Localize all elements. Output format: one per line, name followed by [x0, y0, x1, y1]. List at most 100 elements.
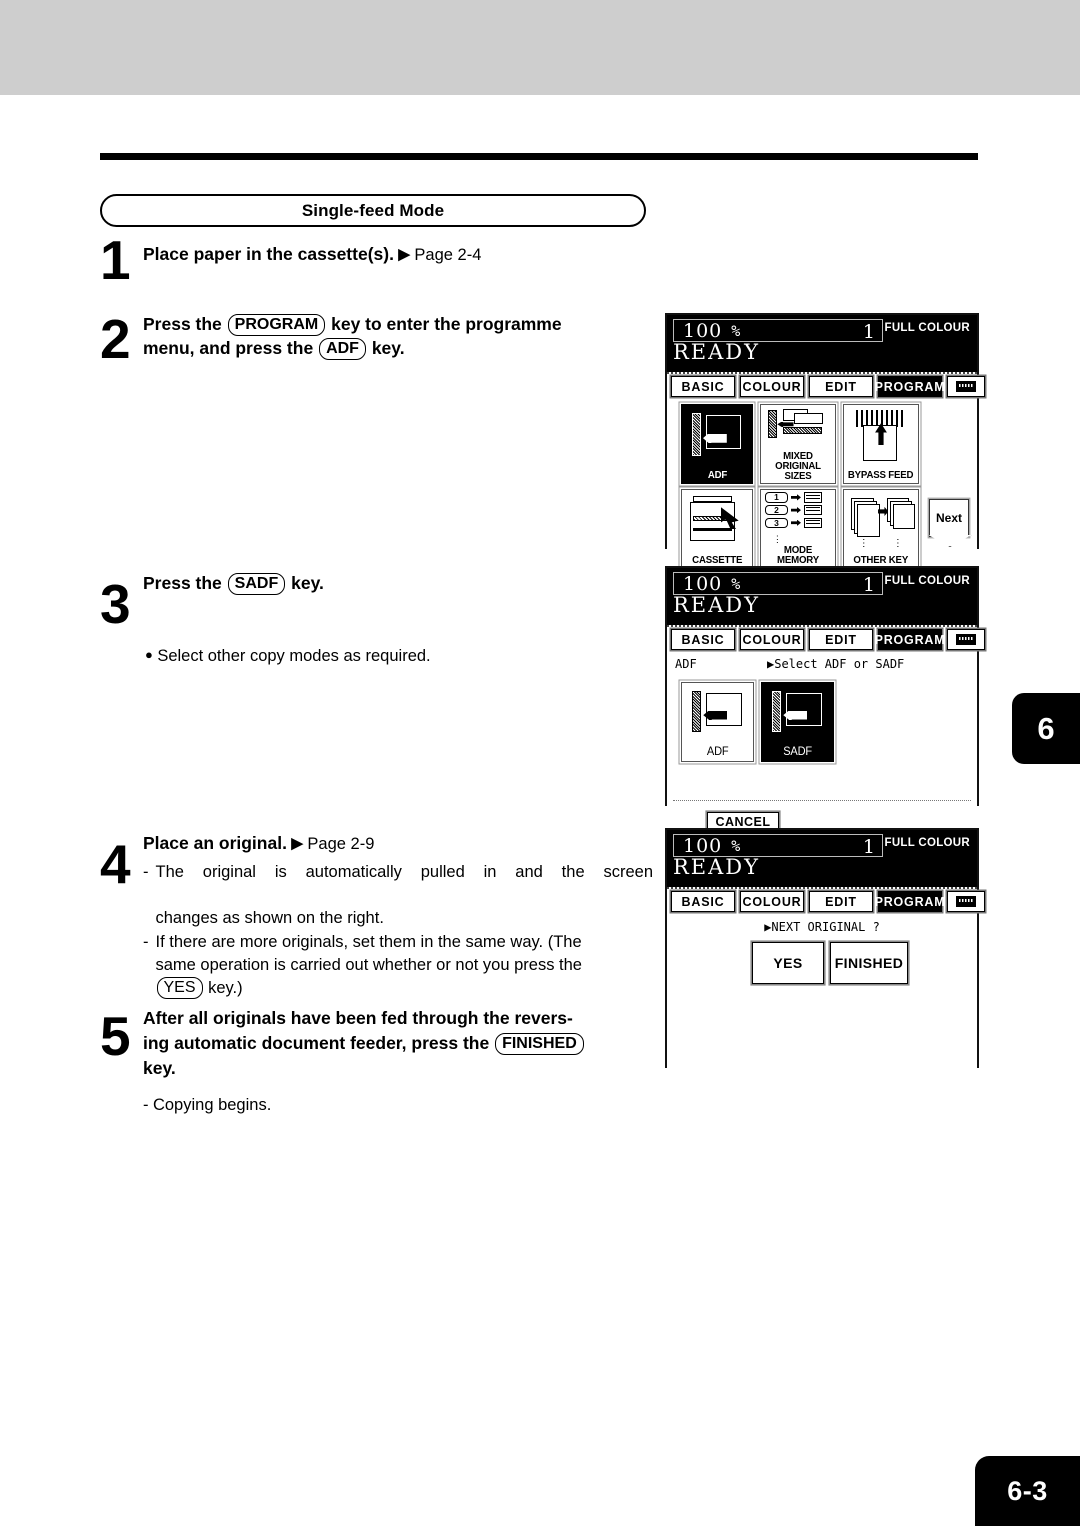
lcd1-button-mode-memory-label: MODE MEMORY [776, 544, 820, 566]
lcd1-button-mixed-label-2: ORIGINAL SIZES [775, 460, 821, 482]
lcd3-status-header: 100 % 1 FULL COLOUR READY [667, 830, 977, 887]
step-2-line2-b: key. [371, 338, 405, 358]
step-5-text: After all originals have been fed throug… [143, 1006, 661, 1081]
lcd3-button-yes-label: YES [773, 955, 803, 971]
step-4-note2-line2: same operation is carried out whether or… [155, 956, 582, 974]
keyboard-icon [956, 381, 976, 392]
mode-memory-icon: 1 2 3 ⋮ [761, 490, 835, 545]
bullet-icon: ● [145, 647, 153, 662]
step-2-line2-a: menu, and press the [143, 338, 314, 358]
lcd3-button-yes[interactable]: YES [752, 942, 824, 984]
lcd2-button-sadf-label: SADF [783, 744, 812, 758]
other-key-ellipsis-left: ⋮ [858, 538, 869, 550]
lcd1-copy-count: 1 [862, 321, 875, 343]
lcd3-button-finished-label: FINISHED [834, 955, 904, 971]
lcd1-next-button[interactable]: Next [929, 499, 969, 537]
lcd1-button-adf[interactable]: ADF [681, 404, 753, 484]
mode-memory-row-3: 3 [765, 517, 788, 528]
lcd2-ratio-box: 100 % 1 [673, 572, 883, 596]
lcd2-tab-basic[interactable]: BASIC [671, 629, 735, 650]
step-5-note: - Copying begins. [143, 1094, 543, 1117]
step-1-heading: Place paper in the cassette(s). [143, 244, 394, 264]
step-5-note-text: Copying begins. [152, 1096, 272, 1114]
lcd2-colour-mode: FULL COLOUR [884, 575, 970, 587]
lcd1-percent-sign: % [731, 321, 741, 340]
lcd2-status-header: 100 % 1 FULL COLOUR READY [667, 568, 977, 625]
lcd1-next-label: Next [935, 511, 962, 525]
step-3-line-b: key. [291, 573, 324, 593]
lcd1-ratio-box: 100 % 1 [673, 319, 883, 343]
step-4-note2-dash: - [143, 933, 149, 951]
lcd2-button-adf-label: ADF [706, 744, 729, 758]
lcd2-tab-edit[interactable]: EDIT [809, 629, 873, 650]
step-4-note1-dash: - [143, 863, 149, 881]
chapter-tab-label: 6 [1037, 710, 1055, 746]
step-number-2: 2 [100, 308, 131, 370]
chapter-tab: 6 [1012, 693, 1080, 764]
footer-page-number: 6-3 [1007, 1475, 1048, 1506]
lcd3-tab-edit[interactable]: EDIT [809, 891, 873, 912]
lcd1-button-cassette[interactable]: CASSETTE [681, 489, 753, 569]
lcd3-percent-sign: % [731, 836, 741, 855]
lcd2-tab-colour[interactable]: COLOUR [740, 629, 804, 650]
lcd1-status-text: READY [673, 340, 761, 364]
adf-icon [682, 683, 753, 746]
lcd2-tab-keyboard[interactable] [947, 629, 985, 650]
step-4-text: Place an original. ▶ Page 2-9 [143, 832, 658, 856]
lcd1-button-mixed-original-sizes[interactable]: MIXED ORIGINAL SIZES [760, 404, 836, 484]
lcd2-zoom-ratio: 100 [683, 572, 723, 595]
lcd3-colour-mode: FULL COLOUR [884, 837, 970, 849]
step-3-text: Press the SADF key. [143, 572, 643, 595]
lcd1-button-mode-memory[interactable]: 1 2 3 ⋮ MODE MEMORY [760, 489, 836, 569]
step-3-note-text: Select other copy modes as required. [157, 647, 431, 665]
footer-page-tab: 6-3 [975, 1456, 1080, 1526]
lcd3-tab-program[interactable]: PROGRAM [875, 891, 945, 912]
lcd-panel-program-menu: 100 % 1 FULL COLOUR READY BASIC COLOUR E… [665, 313, 985, 576]
adf-key-capsule: ADF [319, 338, 366, 360]
lcd1-tab-bar: BASIC COLOUR EDIT PROGRAM [667, 372, 985, 399]
lcd1-button-other-key[interactable]: ⋮ ⋮ OTHER KEY [843, 489, 919, 569]
lcd3-tab-keyboard[interactable] [947, 891, 985, 912]
lcd3-tab-colour[interactable]: COLOUR [740, 891, 804, 912]
page-top-band [0, 0, 1080, 95]
step-4-note2-line3: YES key.) [156, 977, 654, 1000]
step-5-line3: key. [143, 1058, 176, 1078]
lcd1-tab-program[interactable]: PROGRAM [875, 376, 945, 397]
keyboard-icon [956, 896, 976, 907]
mixed-sizes-icon [761, 405, 835, 451]
other-key-ellipsis-right: ⋮ [892, 538, 903, 550]
sadf-key-capsule: SADF [227, 573, 286, 595]
lcd1-tab-basic[interactable]: BASIC [671, 376, 735, 397]
mode-memory-row-1: 1 [765, 492, 788, 503]
section-title: Single-feed Mode [301, 200, 445, 220]
step-4-note2-line1: If there are more originals, set them in… [155, 933, 582, 951]
lcd-panel-next-original: 100 % 1 FULL COLOUR READY BASIC COLOUR E… [665, 828, 985, 1095]
lcd1-button-bypass-label: BYPASS FEED [848, 469, 914, 481]
lcd1-tab-colour[interactable]: COLOUR [740, 376, 804, 397]
lcd2-button-adf[interactable]: ADF [681, 682, 754, 762]
step-number-4: 4 [100, 833, 131, 895]
lcd2-prompt: ▶Select ADF or SADF [767, 657, 905, 671]
lcd1-body: ADF MIXED ORIGINAL SIZES BYPASS FEED CAS… [667, 399, 977, 576]
lcd1-tab-keyboard[interactable] [947, 376, 985, 397]
lcd3-body: ▶NEXT ORIGINAL ? YES FINISHED [667, 914, 977, 1095]
lcd2-percent-sign: % [731, 574, 741, 593]
lcd1-button-bypass-feed[interactable]: BYPASS FEED [843, 404, 919, 484]
step-5-line2-a: ing automatic document feeder, press the [143, 1033, 490, 1053]
lcd1-tab-edit[interactable]: EDIT [809, 376, 873, 397]
lcd2-tab-program[interactable]: PROGRAM [875, 629, 945, 650]
lcd3-ratio-box: 100 % 1 [673, 834, 883, 858]
lcd3-button-finished[interactable]: FINISHED [830, 942, 908, 984]
program-key-capsule: PROGRAM [227, 314, 326, 336]
lcd2-button-sadf[interactable]: SADF [761, 682, 834, 762]
step-4-heading: Place an original. [143, 833, 287, 853]
step-2-text: Press the PROGRAM key to enter the progr… [143, 312, 653, 360]
step-5-line1: After all originals have been fed throug… [143, 1008, 573, 1028]
step-4-note1-line1: The original is automatically pulled in … [155, 863, 654, 881]
lcd3-prompt: ▶NEXT ORIGINAL ? [764, 920, 880, 934]
step-number-3: 3 [100, 573, 131, 635]
step-1-page-ref: Page 2-4 [414, 246, 482, 264]
lcd3-tab-basic[interactable]: BASIC [671, 891, 735, 912]
lcd-panel-adf-sadf-select: 100 % 1 FULL COLOUR READY BASIC COLOUR E… [665, 566, 985, 833]
lcd1-zoom-ratio: 100 [683, 319, 723, 342]
